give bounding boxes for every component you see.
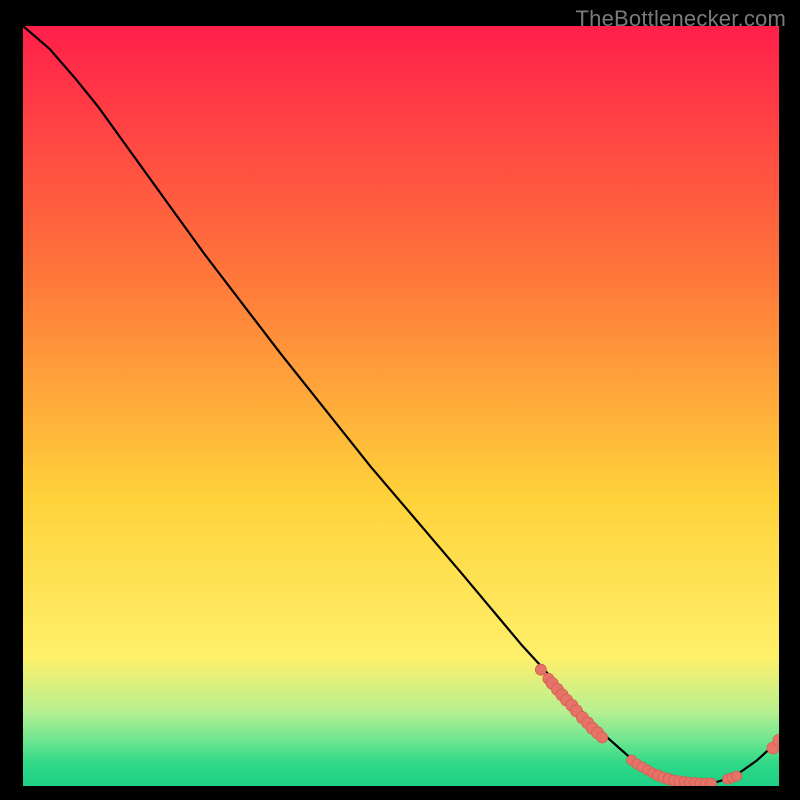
data-point (535, 664, 546, 675)
gradient-background (23, 26, 779, 786)
chart-svg (23, 26, 779, 786)
data-point (597, 732, 608, 743)
data-point (732, 771, 742, 781)
data-point (706, 778, 717, 786)
plot-area (23, 26, 779, 786)
watermark-text: TheBottlenecker.com (576, 6, 786, 32)
chart-stage: TheBottlenecker.com (0, 0, 800, 800)
